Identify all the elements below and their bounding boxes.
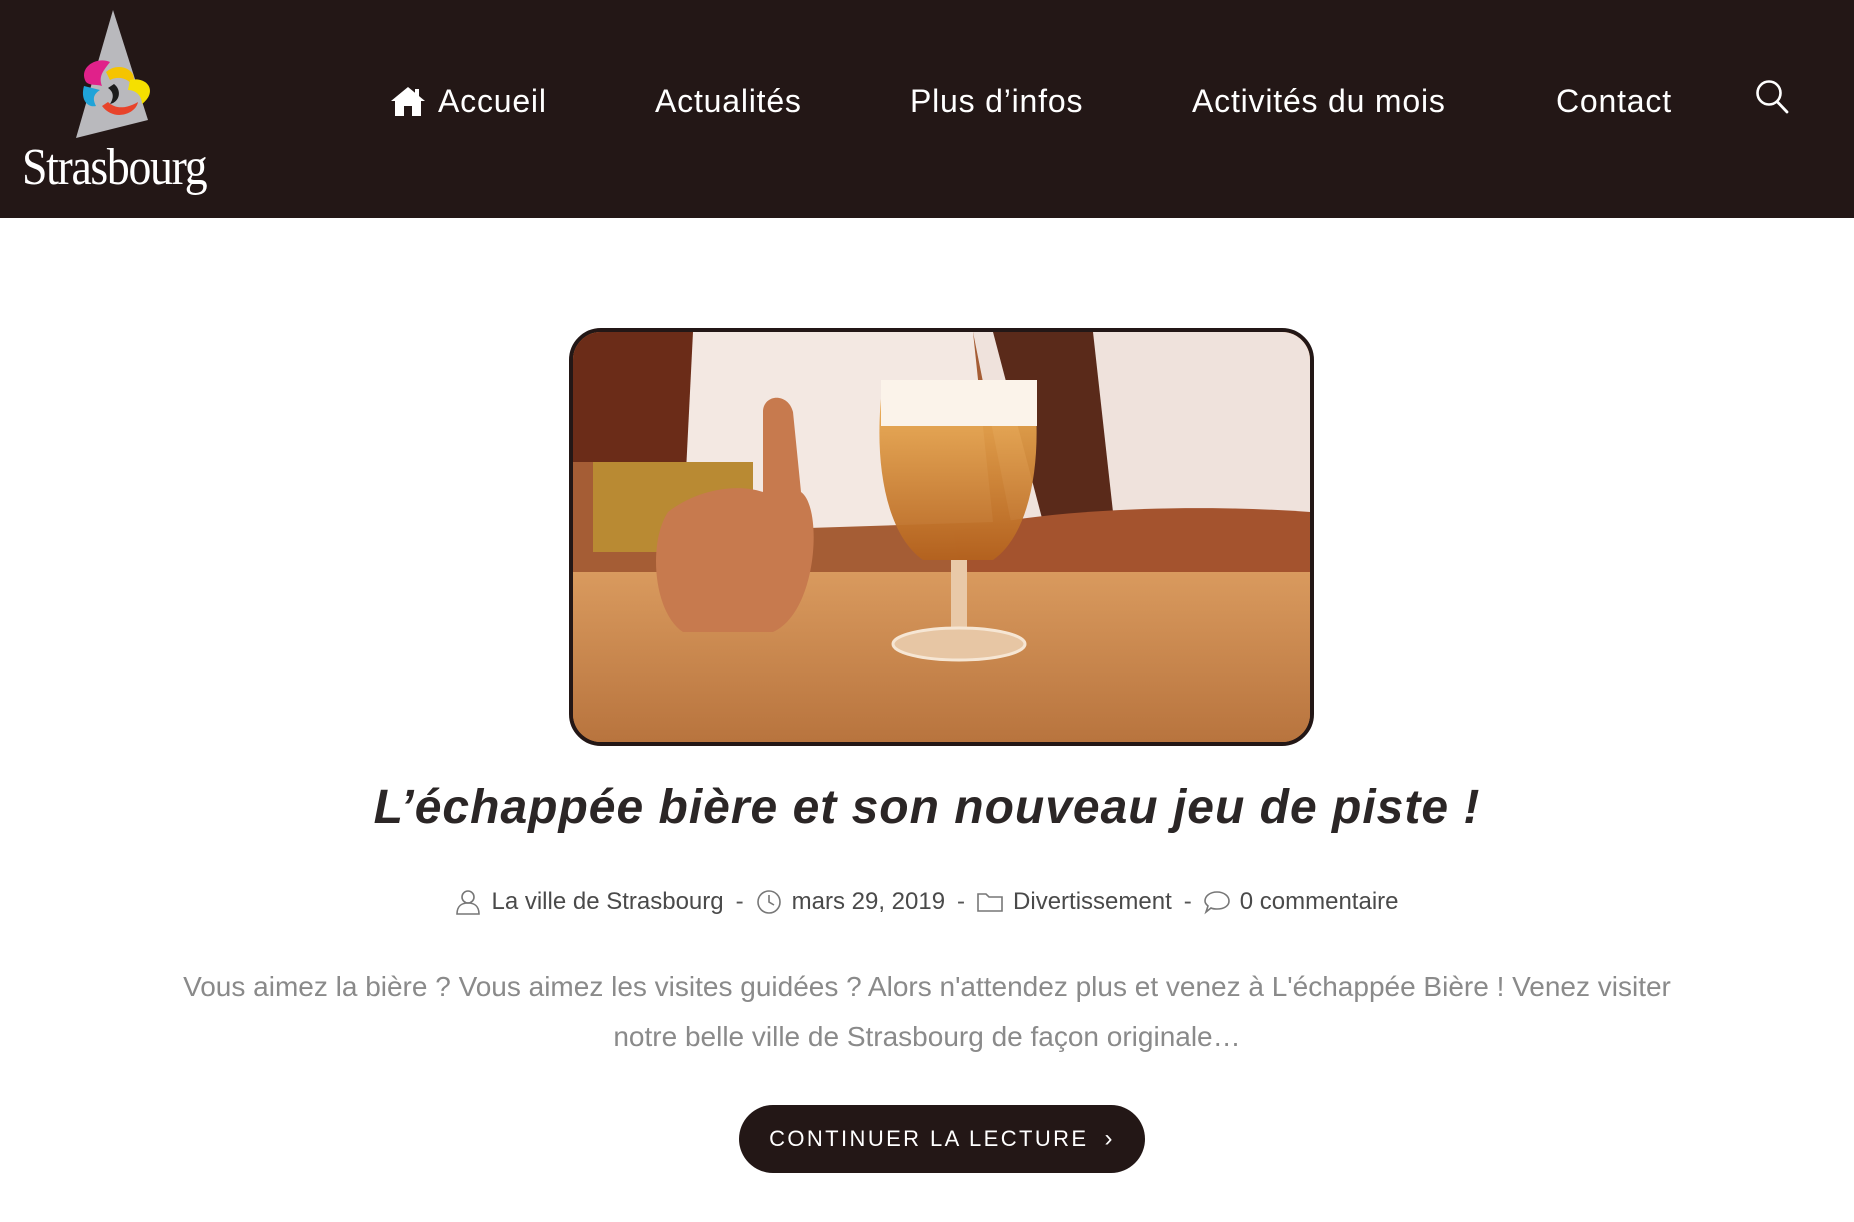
nav-item-contact[interactable]: Contact [1556, 78, 1672, 124]
chevron-right-icon: › [1104, 1125, 1115, 1152]
meta-date: mars 29, 2019 [756, 888, 945, 916]
meta-category-text: Divertissement [1013, 888, 1172, 915]
main-navigation: Accueil Actualités Plus d’infos Activité… [0, 0, 1854, 200]
meta-comments[interactable]: 0 commentaire [1203, 888, 1399, 916]
meta-author[interactable]: La ville de Strasbourg [455, 888, 724, 916]
nav-label-activites-du-mois: Activités du mois [1192, 82, 1446, 119]
continue-reading-button[interactable]: CONTINUER LA LECTURE › [739, 1105, 1145, 1173]
nav-item-activites-du-mois[interactable]: Activités du mois [1192, 78, 1446, 124]
beer-glass-thumbs-up-photo [573, 332, 1310, 742]
continue-reading-label: CONTINUER LA LECTURE [769, 1126, 1089, 1151]
article-title[interactable]: L’échappée bière et son nouveau jeu de p… [0, 780, 1854, 835]
article-meta: La ville de Strasbourg - mars 29, 2019 -… [0, 888, 1854, 916]
folder-icon [977, 893, 1003, 912]
meta-author-text: La ville de Strasbourg [491, 888, 724, 915]
meta-separator: - [957, 888, 966, 915]
nav-item-plus-infos[interactable]: Plus d’infos [910, 78, 1083, 124]
site-header: Strasbourg Accueil Actualités Plus d’inf… [0, 0, 1854, 218]
user-icon [456, 890, 481, 915]
article-excerpt: Vous aimez la bière ? Vous aimez les vis… [183, 971, 1671, 1052]
featured-image[interactable] [569, 328, 1314, 746]
comment-icon [1203, 891, 1230, 915]
meta-date-text: mars 29, 2019 [791, 888, 946, 915]
nav-label-actualites: Actualités [655, 82, 802, 119]
meta-separator: - [735, 888, 744, 915]
nav-item-actualites[interactable]: Actualités [655, 78, 802, 124]
clock-icon [756, 890, 781, 914]
search-button[interactable] [1754, 78, 1790, 118]
nav-label-accueil: Accueil [438, 82, 547, 119]
home-icon [391, 87, 425, 116]
nav-item-accueil[interactable]: Accueil [390, 78, 547, 124]
meta-category[interactable]: Divertissement [977, 888, 1172, 916]
nav-label-plus-infos: Plus d’infos [910, 82, 1084, 119]
nav-label-contact: Contact [1556, 82, 1672, 119]
meta-comments-text: 0 commentaire [1239, 888, 1399, 915]
meta-separator: - [1183, 888, 1192, 915]
search-icon [1756, 80, 1789, 114]
